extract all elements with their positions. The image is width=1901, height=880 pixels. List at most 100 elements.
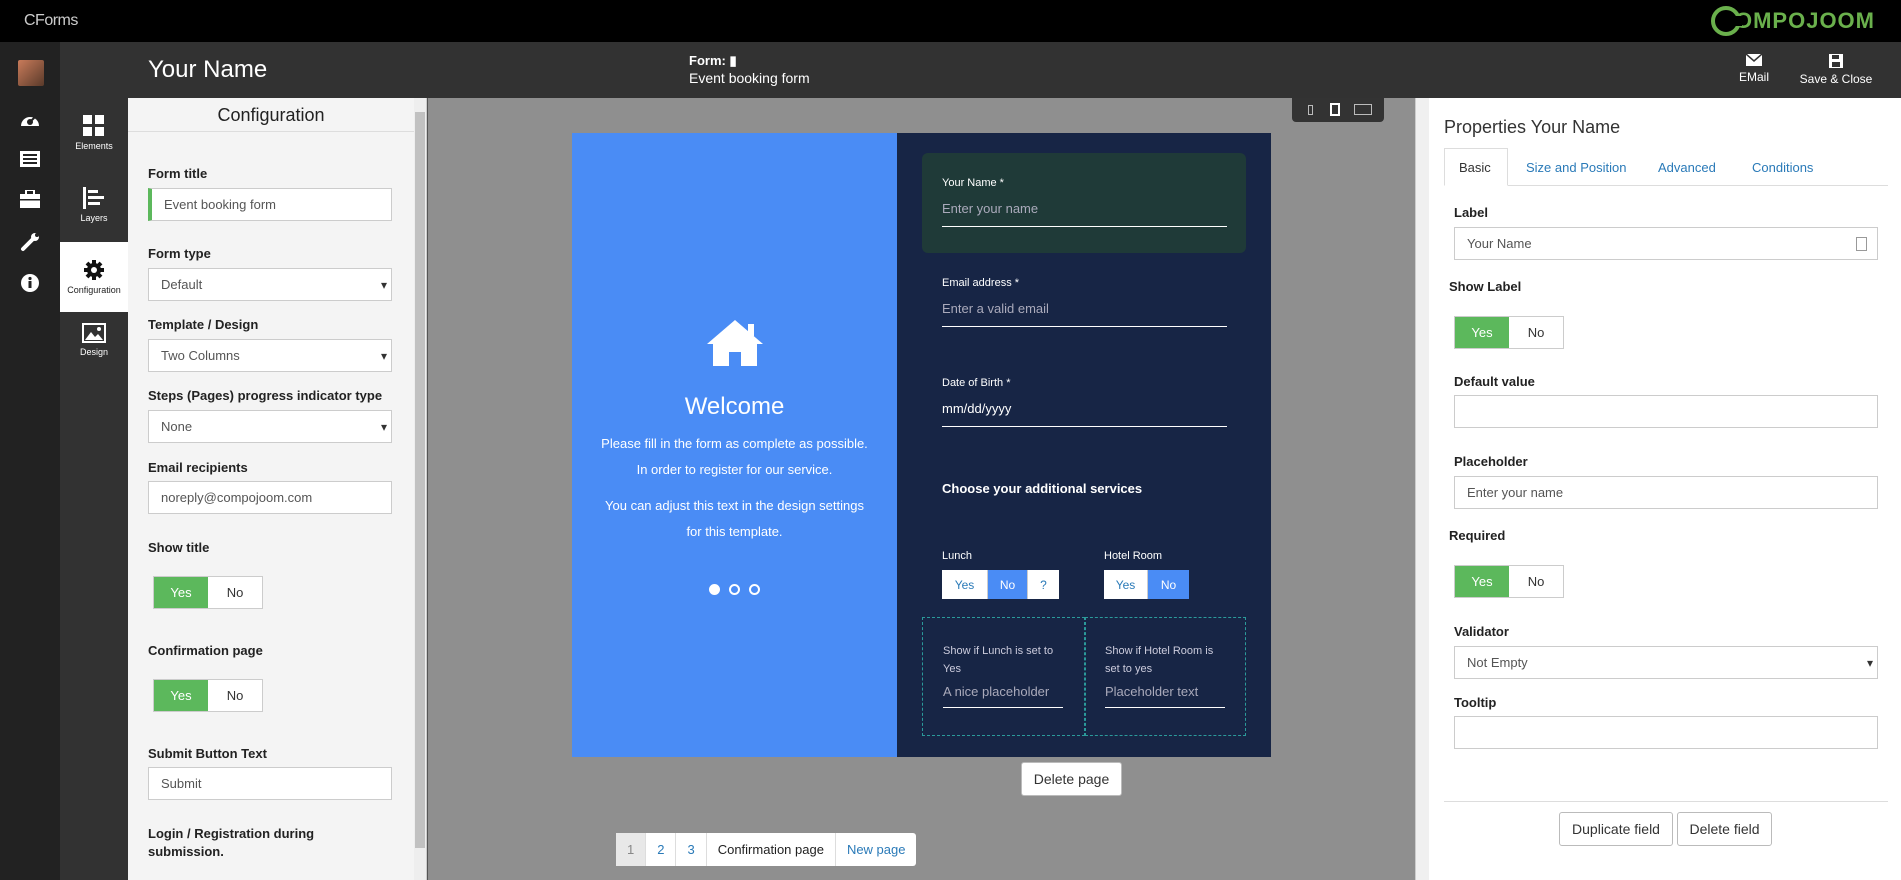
lunch-no[interactable]: No bbox=[988, 570, 1028, 599]
page-3-button[interactable]: 3 bbox=[676, 833, 707, 866]
required-yes[interactable]: Yes bbox=[1455, 566, 1509, 597]
welcome-line-3: You can adjust this text in the design s… bbox=[605, 498, 864, 513]
config-scrollbar[interactable] bbox=[414, 98, 426, 880]
name-field-input[interactable]: Enter your name bbox=[942, 201, 1227, 227]
submit-text-input[interactable]: Submit bbox=[148, 767, 392, 800]
lunch-options[interactable]: Yes No? bbox=[942, 570, 1059, 599]
template-select[interactable]: Two Columns bbox=[148, 339, 392, 372]
properties-footer-divider bbox=[1444, 801, 1888, 802]
properties-scrollbar[interactable] bbox=[1415, 98, 1429, 880]
dashboard-icon[interactable] bbox=[14, 104, 46, 136]
lunch-unknown[interactable]: ? bbox=[1028, 570, 1059, 599]
confirmation-yes[interactable]: Yes bbox=[154, 680, 208, 711]
form-title-input[interactable]: Event booking form bbox=[148, 188, 392, 221]
welcome-line-1: Please fill in the form as complete as p… bbox=[601, 436, 868, 451]
tab-configuration-label: Configuration bbox=[67, 285, 121, 295]
save-close-button[interactable]: Save & Close bbox=[1796, 54, 1876, 86]
email-field-label: Email address * bbox=[942, 277, 1020, 289]
name-field-label: Your Name * bbox=[942, 177, 1004, 189]
top-bar bbox=[0, 0, 1901, 42]
show-label-no[interactable]: No bbox=[1509, 317, 1563, 348]
duplicate-field-button[interactable]: Duplicate field bbox=[1559, 812, 1673, 846]
compojoom-logo: OMPOJOOM bbox=[1710, 6, 1875, 36]
dob-field-input[interactable]: mm/dd/yyyy bbox=[942, 401, 1227, 427]
wrench-icon[interactable] bbox=[14, 226, 46, 258]
form-type-select[interactable]: Default bbox=[148, 268, 392, 301]
hotel-conditional-input[interactable]: Placeholder text bbox=[1105, 684, 1225, 708]
confirmation-page-button[interactable]: Confirmation page bbox=[707, 833, 836, 866]
briefcase-icon[interactable] bbox=[14, 183, 46, 215]
default-value-label: Default value bbox=[1454, 374, 1535, 389]
show-title-label: Show title bbox=[148, 540, 210, 555]
confirmation-page-toggle[interactable]: Yes No bbox=[153, 679, 263, 712]
hotel-no[interactable]: No bbox=[1148, 570, 1189, 599]
validator-value: Not Empty bbox=[1467, 655, 1528, 670]
template-label: Template / Design bbox=[148, 317, 259, 332]
delete-field-button[interactable]: Delete field bbox=[1677, 812, 1772, 846]
page-1-button[interactable]: 1 bbox=[616, 833, 647, 866]
tab-size-position[interactable]: Size and Position bbox=[1512, 148, 1640, 186]
email-recipients-input[interactable]: noreply@compojoom.com bbox=[148, 481, 392, 514]
tablet-view-icon[interactable] bbox=[1330, 103, 1340, 116]
default-value-input[interactable] bbox=[1454, 395, 1878, 428]
page-2-button[interactable]: 2 bbox=[646, 833, 677, 866]
floppy-icon bbox=[1829, 54, 1843, 68]
save-close-label: Save & Close bbox=[1799, 72, 1873, 86]
form-type-label: Form type bbox=[148, 246, 211, 261]
hotel-conditional-label: Show if Hotel Room is set to yes bbox=[1105, 645, 1214, 675]
home-icon bbox=[705, 318, 765, 371]
placeholder-input[interactable]: Enter your name bbox=[1454, 476, 1878, 509]
required-no[interactable]: No bbox=[1509, 566, 1563, 597]
lunch-yes[interactable]: Yes bbox=[942, 570, 988, 599]
tab-elements[interactable]: Elements bbox=[60, 98, 128, 168]
form-type-value: Default bbox=[161, 277, 203, 292]
tab-conditions[interactable]: Conditions bbox=[1738, 148, 1827, 186]
placeholder-label: Placeholder bbox=[1454, 454, 1528, 469]
tab-layers[interactable]: Layers bbox=[60, 170, 128, 240]
confirmation-no[interactable]: No bbox=[208, 680, 262, 711]
show-label-toggle[interactable]: Yes No bbox=[1454, 316, 1564, 349]
app-brand[interactable]: CForms bbox=[24, 12, 78, 30]
submit-text-label: Submit Button Text bbox=[148, 746, 267, 761]
desktop-view-icon[interactable] bbox=[1354, 104, 1372, 115]
new-page-button[interactable]: New page bbox=[836, 833, 917, 866]
label-field-input[interactable]: Your Name bbox=[1454, 227, 1878, 260]
show-title-toggle[interactable]: Yes No bbox=[153, 576, 263, 609]
forms-list-icon[interactable] bbox=[14, 143, 46, 175]
tab-design[interactable]: Design bbox=[60, 305, 128, 375]
show-title-yes[interactable]: Yes bbox=[154, 577, 208, 608]
email-field-input[interactable]: Enter a valid email bbox=[942, 301, 1227, 327]
label-field-value: Your Name bbox=[1467, 236, 1532, 251]
tab-configuration[interactable]: Configuration bbox=[60, 242, 128, 312]
hotel-options[interactable]: Yes No bbox=[1104, 570, 1189, 599]
tab-basic[interactable]: Basic bbox=[1444, 148, 1508, 186]
show-title-no[interactable]: No bbox=[208, 577, 262, 608]
steps-indicator-select[interactable]: None bbox=[148, 410, 392, 443]
welcome-line-2: In order to register for our service. bbox=[636, 462, 833, 477]
gear-icon bbox=[84, 260, 104, 280]
show-label-yes[interactable]: Yes bbox=[1455, 317, 1509, 348]
form-name: Event booking form bbox=[689, 70, 810, 86]
hotel-yes[interactable]: Yes bbox=[1104, 570, 1148, 599]
configuration-title: Configuration bbox=[128, 98, 414, 132]
required-toggle[interactable]: Yes No bbox=[1454, 565, 1564, 598]
lunch-conditional-label: Show if Lunch is set to Yes bbox=[943, 645, 1054, 675]
services-heading: Choose your additional services bbox=[942, 481, 1143, 496]
phone-view-icon[interactable] bbox=[1308, 105, 1313, 115]
required-label: Required bbox=[1449, 528, 1506, 543]
translate-icon[interactable] bbox=[1856, 237, 1867, 251]
tab-advanced[interactable]: Advanced bbox=[1644, 148, 1730, 186]
lunch-conditional-input[interactable]: A nice placeholder bbox=[943, 684, 1063, 708]
email-button[interactable]: EMail bbox=[1736, 54, 1772, 84]
validator-label: Validator bbox=[1454, 624, 1509, 639]
validator-select[interactable]: Not Empty bbox=[1454, 646, 1878, 679]
tooltip-input[interactable] bbox=[1454, 716, 1878, 749]
delete-page-button[interactable]: Delete page bbox=[1021, 762, 1122, 796]
tab-layers-label: Layers bbox=[80, 213, 108, 223]
element-name: Your Name bbox=[148, 56, 268, 83]
grid-icon bbox=[83, 115, 104, 136]
avatar[interactable] bbox=[18, 60, 44, 86]
form-label: Form: ▮ bbox=[689, 53, 737, 68]
info-icon[interactable] bbox=[14, 267, 46, 299]
bookmark-icon: ▮ bbox=[729, 53, 737, 68]
